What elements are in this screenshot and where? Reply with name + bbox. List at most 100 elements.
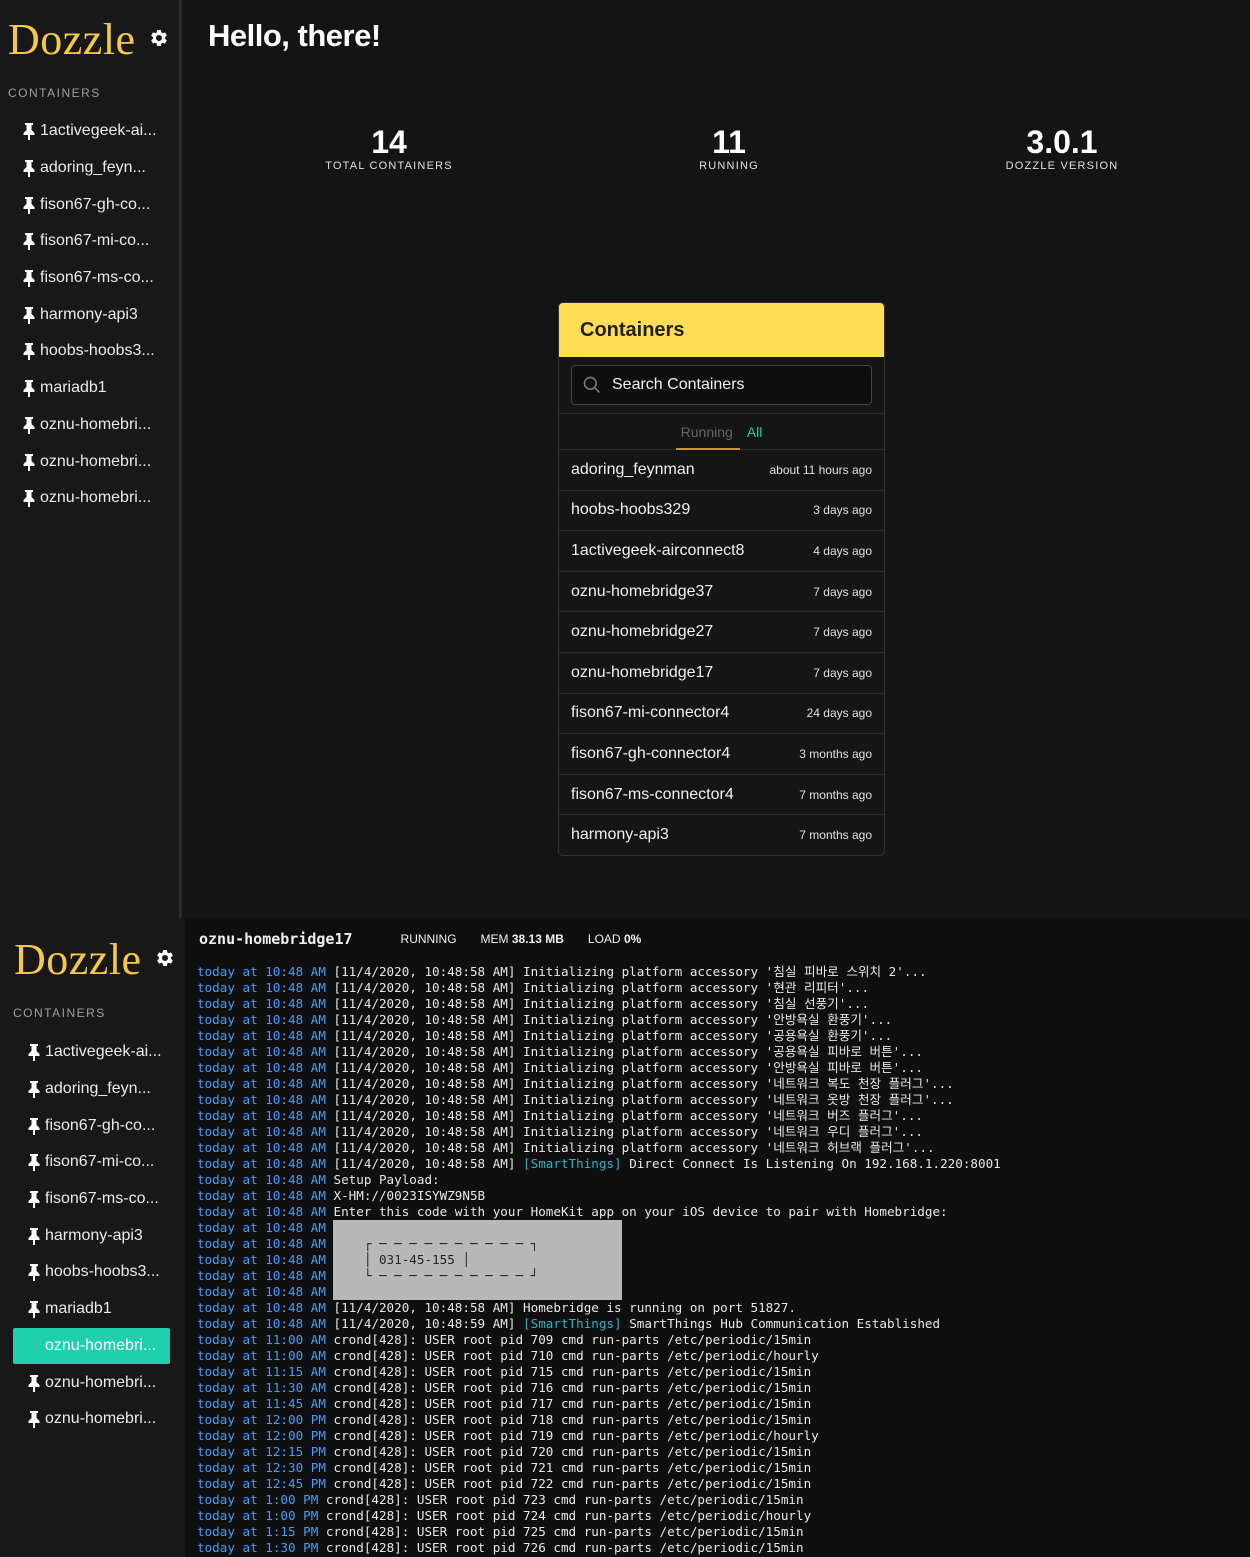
sidebar-item[interactable]: oznu-homebri... [0,1364,185,1401]
sidebar-item[interactable]: adoring_feyn... [0,1071,185,1108]
pin-icon[interactable] [22,453,36,471]
container-title: oznu-homebridge17 [199,930,353,948]
tab-all[interactable]: All [747,424,763,440]
container-name: fison67-ms-connector4 [571,785,734,803]
pin-icon[interactable] [22,379,36,398]
stat-value: 3.0.1 [1026,124,1098,160]
pin-icon[interactable] [27,1043,41,1062]
pin-icon[interactable] [22,122,36,141]
sidebar-item[interactable]: fison67-ms-co... [0,260,182,297]
log-timestamp: today at 11:30 AM [197,1380,334,1395]
log-line: today at 10:48 AM [11/4/2020, 10:48:58 A… [197,1060,1250,1076]
log-timestamp: today at 1:15 PM [197,1524,326,1539]
log-message: crond[428]: USER root pid 715 cmd run-pa… [333,1364,812,1379]
container-list-item[interactable]: fison67-ms-connector4 7 months ago [559,775,884,816]
pin-icon[interactable] [22,342,36,361]
log-line: today at 11:45 AM crond[428]: USER root … [197,1396,1250,1412]
brand-logo[interactable]: Dozzle [14,934,142,985]
sidebar-item[interactable]: fison67-mi-co... [0,1144,185,1181]
stat-total-containers: 14 TOTAL CONTAINERS [289,124,489,172]
sidebar-item[interactable]: oznu-homebri... [0,443,182,480]
sidebar-item[interactable]: fison67-mi-co... [0,223,182,260]
sidebar-item[interactable]: harmony-api3 [0,296,182,333]
pin-icon[interactable] [22,159,36,178]
log-timestamp: today at 10:48 AM [197,1092,334,1107]
container-list-item[interactable]: oznu-homebridge27 7 days ago [559,612,884,653]
pin-icon[interactable] [27,1410,41,1429]
panel-title: Containers [559,303,884,357]
container-list-item[interactable]: fison67-gh-connector4 3 months ago [559,734,884,775]
container-list-item[interactable]: 1activegeek-airconnect8 4 days ago [559,531,884,572]
brand-logo[interactable]: Dozzle [8,14,136,65]
gear-icon[interactable] [155,948,175,968]
pin-icon[interactable] [27,1190,41,1209]
sidebar-item-label: mariadb1 [40,379,107,397]
log-timestamp: today at 10:48 AM [197,980,334,995]
log-line: today at 10:48 AM [11/4/2020, 10:48:59 A… [197,1316,1250,1332]
sidebar-item[interactable]: harmony-api3 [0,1217,185,1254]
log-timestamp: today at 11:00 AM [197,1348,334,1363]
log-timestamp: today at 10:48 AM [197,1268,334,1283]
sidebar-item[interactable]: hoobs-hoobs3... [0,333,182,370]
log-timestamp: today at 11:00 AM [197,1332,334,1347]
container-name: oznu-homebridge27 [571,623,714,641]
gear-icon[interactable] [149,28,169,48]
container-list-item[interactable]: hoobs-hoobs329 3 days ago [559,491,884,532]
search-input[interactable]: Search Containers [571,365,872,405]
log-line: today at 10:48 AM └ ─ ─ ─ ─ ─ ─ ─ ─ ─ ─ … [197,1268,1250,1284]
sidebar-item[interactable]: adoring_feyn... [0,150,182,187]
log-message: crond[428]: USER root pid 721 cmd run-pa… [333,1460,812,1475]
pin-icon[interactable] [22,489,36,508]
log-timestamp: today at 10:48 AM [197,1188,334,1203]
log-line: today at 10:48 AM Enter this code with y… [197,1204,1250,1220]
log-timestamp: today at 1:00 PM [197,1508,326,1523]
log-timestamp: today at 10:48 AM [197,1044,334,1059]
log-line: today at 12:45 PM crond[428]: USER root … [197,1476,1250,1492]
container-nav: 1activegeek-ai... adoring_feyn... fison67-… [0,1034,185,1438]
pin-icon[interactable] [22,269,36,288]
pin-icon[interactable] [22,232,36,251]
pin-icon[interactable] [27,1117,41,1135]
pin-icon[interactable] [27,1227,41,1245]
sidebar-item[interactable]: mariadb1 [0,1291,185,1328]
log-timestamp: today at 10:48 AM [197,964,334,979]
log-line: today at 11:00 AM crond[428]: USER root … [197,1332,1250,1348]
sidebar-item[interactable]: oznu-homebri... [0,480,182,517]
sidebar-item-label: hoobs-hoobs3... [45,1263,160,1281]
pin-icon[interactable] [22,196,36,214]
log-line: today at 10:48 AM ┌ ─ ─ ─ ─ ─ ─ ─ ─ ─ ─ … [197,1236,1250,1252]
sidebar-item[interactable]: fison67-gh-co... [0,186,182,223]
log-output[interactable]: today at 10:48 AM [11/4/2020, 10:48:58 A… [197,964,1250,1556]
pin-icon[interactable] [27,1080,41,1099]
pin-icon[interactable] [27,1374,41,1392]
pin-icon[interactable] [27,1300,41,1319]
pin-icon[interactable] [27,1263,41,1282]
sidebar-item[interactable]: oznu-homebri... [0,1401,185,1438]
sidebar-item[interactable]: oznu-homebri... [0,407,182,444]
sidebar-item[interactable]: oznu-homebri... [13,1327,170,1365]
sidebar-item-label: fison67-mi-co... [40,232,150,250]
mem-stat: MEM 38.13 MB [481,932,564,946]
sidebar-item[interactable]: fison67-ms-co... [0,1181,185,1218]
pin-icon[interactable] [27,1153,41,1172]
log-message: crond[428]: USER root pid 722 cmd run-pa… [333,1476,812,1491]
sidebar-item[interactable]: hoobs-hoobs3... [0,1254,185,1291]
container-list-item[interactable]: harmony-api3 7 months ago [559,815,884,855]
container-list-item[interactable]: oznu-homebridge17 7 days ago [559,653,884,694]
container-age: 7 months ago [799,828,872,843]
pin-icon[interactable] [22,416,36,434]
sidebar-item[interactable]: fison67-gh-co... [0,1107,185,1144]
log-message: [11/4/2020, 10:48:58 AM] [333,1156,524,1171]
container-name: oznu-homebridge37 [571,582,714,600]
sidebar-item[interactable]: 1activegeek-ai... [0,1034,185,1071]
tab-running[interactable]: Running [681,424,733,440]
sidebar-item[interactable]: mariadb1 [0,370,182,407]
log-line: today at 10:48 AM [11/4/2020, 10:48:58 A… [197,1044,1250,1060]
pairing-code-box: └ ─ ─ ─ ─ ─ ─ ─ ─ ─ ─ ┘ [333,1268,622,1284]
pin-icon[interactable] [22,306,36,324]
container-list-item[interactable]: adoring_feynman about 11 hours ago [559,450,884,491]
log-timestamp: today at 10:48 AM [197,1124,334,1139]
sidebar-item[interactable]: 1activegeek-ai... [0,113,182,150]
container-list-item[interactable]: fison67-mi-connector4 24 days ago [559,694,884,735]
container-list-item[interactable]: oznu-homebridge37 7 days ago [559,572,884,613]
